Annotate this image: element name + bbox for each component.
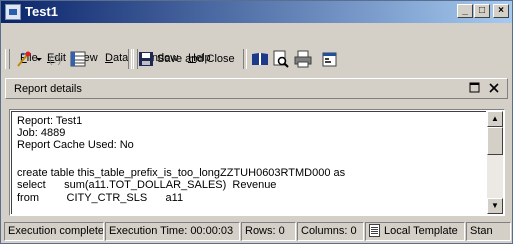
scroll-up-icon: ▲ [491,114,499,123]
status-execution: Execution complete [4,222,104,241]
minimize-icon: _ [462,5,468,16]
save-and-close-label: Save and Close [157,53,235,65]
report-line: create table this_table_prefix_is_too_lo… [17,167,346,179]
save-and-close-button[interactable]: Save and Close [139,49,235,69]
close-icon: × [498,5,504,16]
scroll-down-icon: ▼ [491,201,499,210]
properties-icon[interactable] [320,49,340,69]
sql-icon[interactable]: (?) [46,49,66,69]
toolbar-separator [128,49,132,69]
svg-text:(?): (?) [49,55,61,66]
status-truncated: Stan [466,222,511,241]
report-window: Test1 _ □ × File Edit View Data Window H… [0,0,513,244]
status-template: Local Template [365,222,465,241]
report-details-text[interactable]: Report: Test1 Job: 4889 Report Cache Use… [9,109,505,216]
window-title: Test1 [25,4,58,19]
status-template-label: Local Template [384,225,458,237]
report-line: Report Cache Used: No [17,139,134,151]
maximize-icon: □ [478,5,486,16]
close-button[interactable]: × [493,4,509,18]
report-details-title: Report details [14,83,82,95]
menu-data[interactable]: Data [105,52,128,64]
report-line: Job: 4889 [17,127,66,139]
status-execution-time: Execution Time: 00:00:03 [105,222,240,241]
toolbar-grip[interactable] [5,49,10,69]
dropdown-arrow-icon[interactable] [34,49,44,69]
template-icon [369,224,380,237]
toolbar-separator-2 [243,49,247,69]
report-line: Report: Test1 [17,115,83,127]
report-details-content: Report: Test1 Job: 4889 Report Cache Use… [11,111,486,214]
vertical-scrollbar[interactable]: ▲ ▼ [487,111,503,214]
minimize-button[interactable]: _ [457,4,473,18]
print-preview-icon[interactable] [271,49,291,69]
report-line: from CITY_CTR_SLS a11 [17,192,184,204]
report-line: select sum(a11.TOT_DOLLAR_SALES) Revenue [17,179,277,191]
menu-bar: File Edit View Data Window Help [1,25,512,66]
status-columns: Columns: 0 [297,222,364,241]
maximize-button[interactable]: □ [474,4,490,18]
window-app-icon[interactable] [5,4,21,20]
scroll-thumb[interactable] [487,127,503,155]
save-icon [139,52,153,66]
toolbar-grip-2[interactable] [133,49,138,69]
book-icon[interactable] [250,49,270,69]
scroll-down-button[interactable]: ▼ [487,198,503,214]
panel-close-icon[interactable] [487,82,501,96]
report-details-header: Report details [5,78,508,99]
grid-view-icon[interactable] [68,49,88,69]
status-rows: Rows: 0 [241,222,296,241]
print-icon[interactable] [293,49,313,69]
panel-maximize-icon[interactable] [468,82,482,96]
title-bar[interactable]: Test1 _ □ × [1,1,512,23]
magic-wand-icon[interactable] [14,49,34,69]
scroll-up-button[interactable]: ▲ [487,111,503,127]
